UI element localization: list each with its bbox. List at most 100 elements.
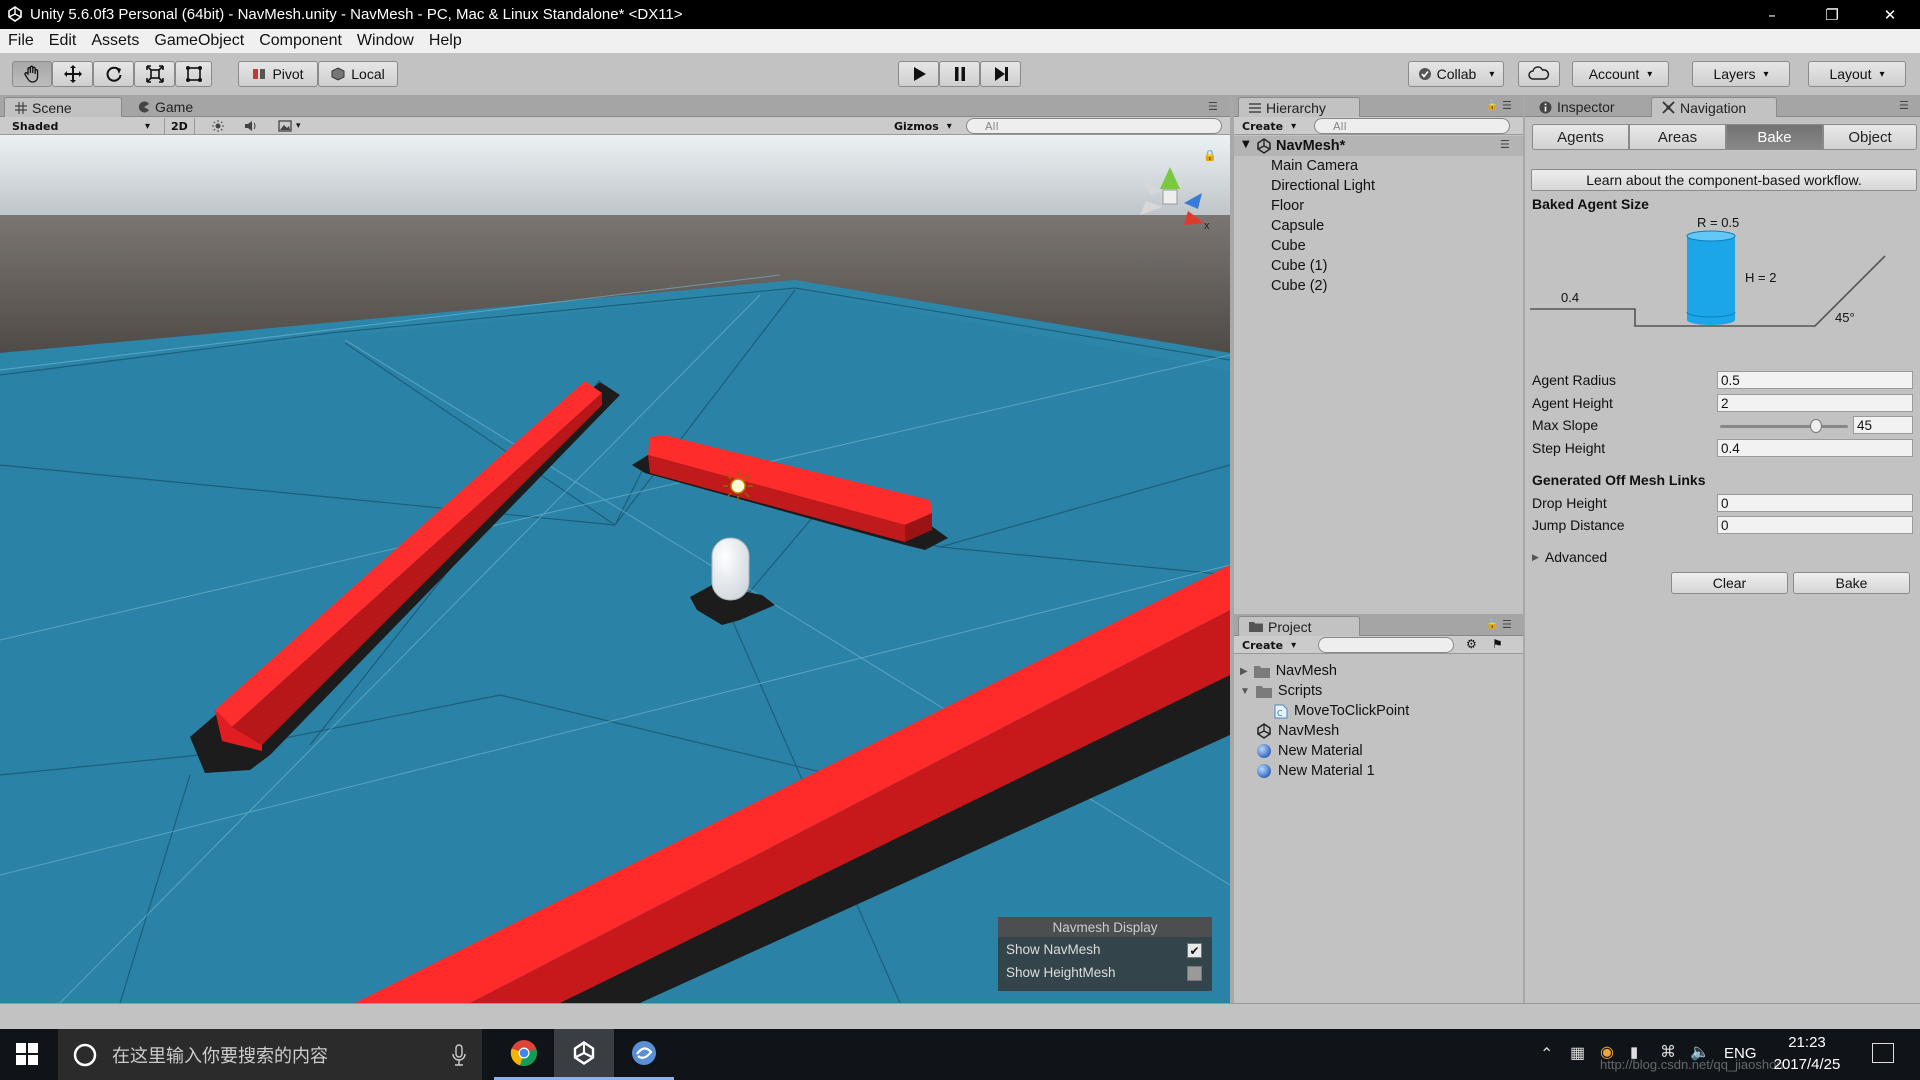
inspector-menu-icon[interactable]: ☰ bbox=[1899, 99, 1909, 112]
rect-tool-button[interactable] bbox=[175, 61, 212, 87]
advanced-foldout[interactable]: ▶ Advanced bbox=[1532, 549, 1607, 565]
lighting-toggle[interactable] bbox=[206, 118, 230, 134]
hierarchy-item[interactable]: Capsule bbox=[1271, 218, 1324, 234]
tab-inspector[interactable]: Inspector bbox=[1529, 97, 1625, 117]
project-lock-icon[interactable]: 🔒 bbox=[1486, 619, 1498, 630]
audio-toggle[interactable] bbox=[238, 118, 264, 134]
effects-dropdown[interactable]: ▾ bbox=[272, 118, 307, 134]
persp-label-group[interactable]: < Persp bbox=[1136, 255, 1185, 271]
max-slope-slider-track[interactable] bbox=[1720, 425, 1848, 428]
project-menu-icon[interactable]: ☰ bbox=[1502, 618, 1512, 631]
hierarchy-item[interactable]: Cube (2) bbox=[1271, 278, 1327, 294]
play-button[interactable] bbox=[898, 61, 939, 87]
tab-game[interactable]: Game bbox=[128, 97, 203, 117]
taskbar-search-box[interactable]: 在这里输入你要搜索的内容 bbox=[58, 1029, 482, 1080]
hierarchy-item[interactable]: Directional Light bbox=[1271, 178, 1375, 194]
project-item-script[interactable]: C MoveToClickPoint bbox=[1274, 703, 1409, 719]
agent-radius-input[interactable]: 0.5 bbox=[1717, 371, 1913, 389]
tray-overflow-chevron-icon[interactable]: ⌃ bbox=[1540, 1044, 1553, 1064]
action-center-icon[interactable] bbox=[1872, 1043, 1894, 1063]
segment-bake[interactable]: Bake bbox=[1726, 124, 1823, 150]
menu-file[interactable]: File bbox=[8, 32, 34, 50]
drop-height-input[interactable]: 0 bbox=[1717, 494, 1913, 512]
microphone-icon[interactable] bbox=[452, 1043, 466, 1066]
layout-dropdown[interactable]: Layout bbox=[1808, 61, 1906, 87]
rotate-tool-button[interactable] bbox=[93, 61, 134, 87]
cloud-button[interactable] bbox=[1518, 61, 1560, 87]
taskbar-unity-app[interactable] bbox=[554, 1029, 614, 1080]
close-button[interactable]: ✕ bbox=[1862, 0, 1918, 29]
filter-by-label-icon[interactable]: ⚑ bbox=[1492, 637, 1503, 651]
scene-panel-menu-icon[interactable]: ☰ bbox=[1208, 100, 1218, 113]
project-create-dropdown[interactable]: Create bbox=[1236, 637, 1302, 653]
tab-hierarchy[interactable]: Hierarchy bbox=[1238, 97, 1360, 117]
maximize-button[interactable]: ❐ bbox=[1804, 0, 1860, 29]
jump-distance-input[interactable]: 0 bbox=[1717, 516, 1913, 534]
collapsed-arrow-icon[interactable]: ▶ bbox=[1240, 666, 1248, 677]
learn-workflow-button[interactable]: Learn about the component-based workflow… bbox=[1531, 169, 1917, 191]
menu-gameobject[interactable]: GameObject bbox=[154, 32, 244, 50]
step-height-input[interactable]: 0.4 bbox=[1717, 439, 1913, 457]
mode-2d-toggle[interactable]: 2D bbox=[164, 118, 195, 134]
menu-help[interactable]: Help bbox=[429, 32, 462, 50]
show-heightmesh-checkbox[interactable] bbox=[1187, 966, 1202, 981]
scene-search-input[interactable]: All bbox=[966, 118, 1222, 134]
tab-scene[interactable]: Scene bbox=[4, 97, 122, 117]
hierarchy-create-dropdown[interactable]: Create bbox=[1236, 118, 1302, 134]
account-dropdown[interactable]: Account bbox=[1572, 61, 1669, 87]
bake-button[interactable]: Bake bbox=[1793, 572, 1910, 594]
gizmos-dropdown[interactable]: Gizmos bbox=[888, 118, 958, 134]
show-navmesh-checkbox[interactable]: ✔ bbox=[1187, 943, 1202, 958]
hierarchy-item[interactable]: Cube (1) bbox=[1271, 258, 1327, 274]
clear-button[interactable]: Clear bbox=[1671, 572, 1788, 594]
hierarchy-menu-icon[interactable]: ☰ bbox=[1502, 99, 1512, 112]
filter-by-type-icon[interactable]: ⚙ bbox=[1466, 637, 1477, 651]
pivot-toggle[interactable]: Pivot bbox=[238, 61, 318, 87]
scene-expand-arrow-icon[interactable]: ▼ bbox=[1242, 139, 1250, 150]
tray-network-adapter-icon[interactable]: ▦ bbox=[1570, 1043, 1585, 1063]
taskbar-app-3[interactable] bbox=[614, 1029, 674, 1080]
taskbar-chrome-app[interactable] bbox=[494, 1029, 554, 1080]
expanded-arrow-icon[interactable]: ▼ bbox=[1240, 686, 1250, 697]
hierarchy-lock-icon[interactable]: 🔒 bbox=[1486, 100, 1498, 111]
scale-tool-button[interactable] bbox=[134, 61, 175, 87]
max-slope-slider-thumb[interactable] bbox=[1810, 419, 1822, 433]
step-button[interactable] bbox=[980, 61, 1021, 87]
project-item-scene[interactable]: NavMesh bbox=[1256, 723, 1339, 739]
shading-dropdown[interactable]: Shaded bbox=[6, 118, 156, 134]
project-item-scripts-folder[interactable]: ▼ Scripts bbox=[1240, 683, 1322, 699]
segment-areas[interactable]: Areas bbox=[1629, 124, 1726, 150]
project-item-material[interactable]: New Material 1 bbox=[1256, 763, 1375, 779]
hierarchy-item[interactable]: Floor bbox=[1271, 198, 1304, 214]
minimize-button[interactable]: – bbox=[1744, 0, 1800, 29]
hierarchy-item[interactable]: Main Camera bbox=[1271, 158, 1358, 174]
hierarchy-scene-row[interactable]: ▼ NavMesh* ☰ bbox=[1234, 136, 1523, 156]
layers-dropdown[interactable]: Layers bbox=[1692, 61, 1790, 87]
segment-object[interactable]: Object bbox=[1823, 124, 1917, 150]
gizmo-lock-icon[interactable]: 🔒 bbox=[1203, 149, 1217, 162]
menu-window[interactable]: Window bbox=[357, 32, 414, 50]
menu-assets[interactable]: Assets bbox=[91, 32, 139, 50]
move-tool-button[interactable] bbox=[52, 61, 93, 87]
hierarchy-search-input[interactable]: All bbox=[1314, 118, 1510, 134]
segment-agents[interactable]: Agents bbox=[1532, 124, 1629, 150]
menu-component[interactable]: Component bbox=[259, 32, 342, 50]
local-toggle[interactable]: Local bbox=[318, 61, 398, 87]
clock-time[interactable]: 21:23 bbox=[1768, 1034, 1846, 1051]
hand-tool-button[interactable] bbox=[12, 61, 52, 87]
scene-options-icon[interactable]: ☰ bbox=[1500, 138, 1510, 151]
collab-dropdown[interactable]: Collab bbox=[1408, 61, 1504, 87]
max-slope-input[interactable]: 45 bbox=[1853, 416, 1913, 434]
project-item-material[interactable]: New Material bbox=[1256, 743, 1363, 759]
windows-start-button[interactable] bbox=[16, 1043, 38, 1068]
pause-button[interactable] bbox=[939, 61, 980, 87]
agent-height-input[interactable]: 2 bbox=[1717, 394, 1913, 412]
hierarchy-item[interactable]: Cube bbox=[1271, 238, 1306, 254]
scene-view[interactable]: x 🔒 < Persp Navmesh Display Show NavMesh… bbox=[0, 135, 1230, 1003]
menu-edit[interactable]: Edit bbox=[49, 32, 77, 50]
scene-render[interactable]: x 🔒 < Persp bbox=[0, 135, 1230, 1003]
project-item-navmesh-folder[interactable]: ▶ NavMesh bbox=[1240, 663, 1337, 679]
project-search-input[interactable] bbox=[1318, 637, 1454, 653]
tab-navigation[interactable]: Navigation bbox=[1651, 97, 1777, 117]
tab-project[interactable]: Project bbox=[1238, 616, 1360, 636]
